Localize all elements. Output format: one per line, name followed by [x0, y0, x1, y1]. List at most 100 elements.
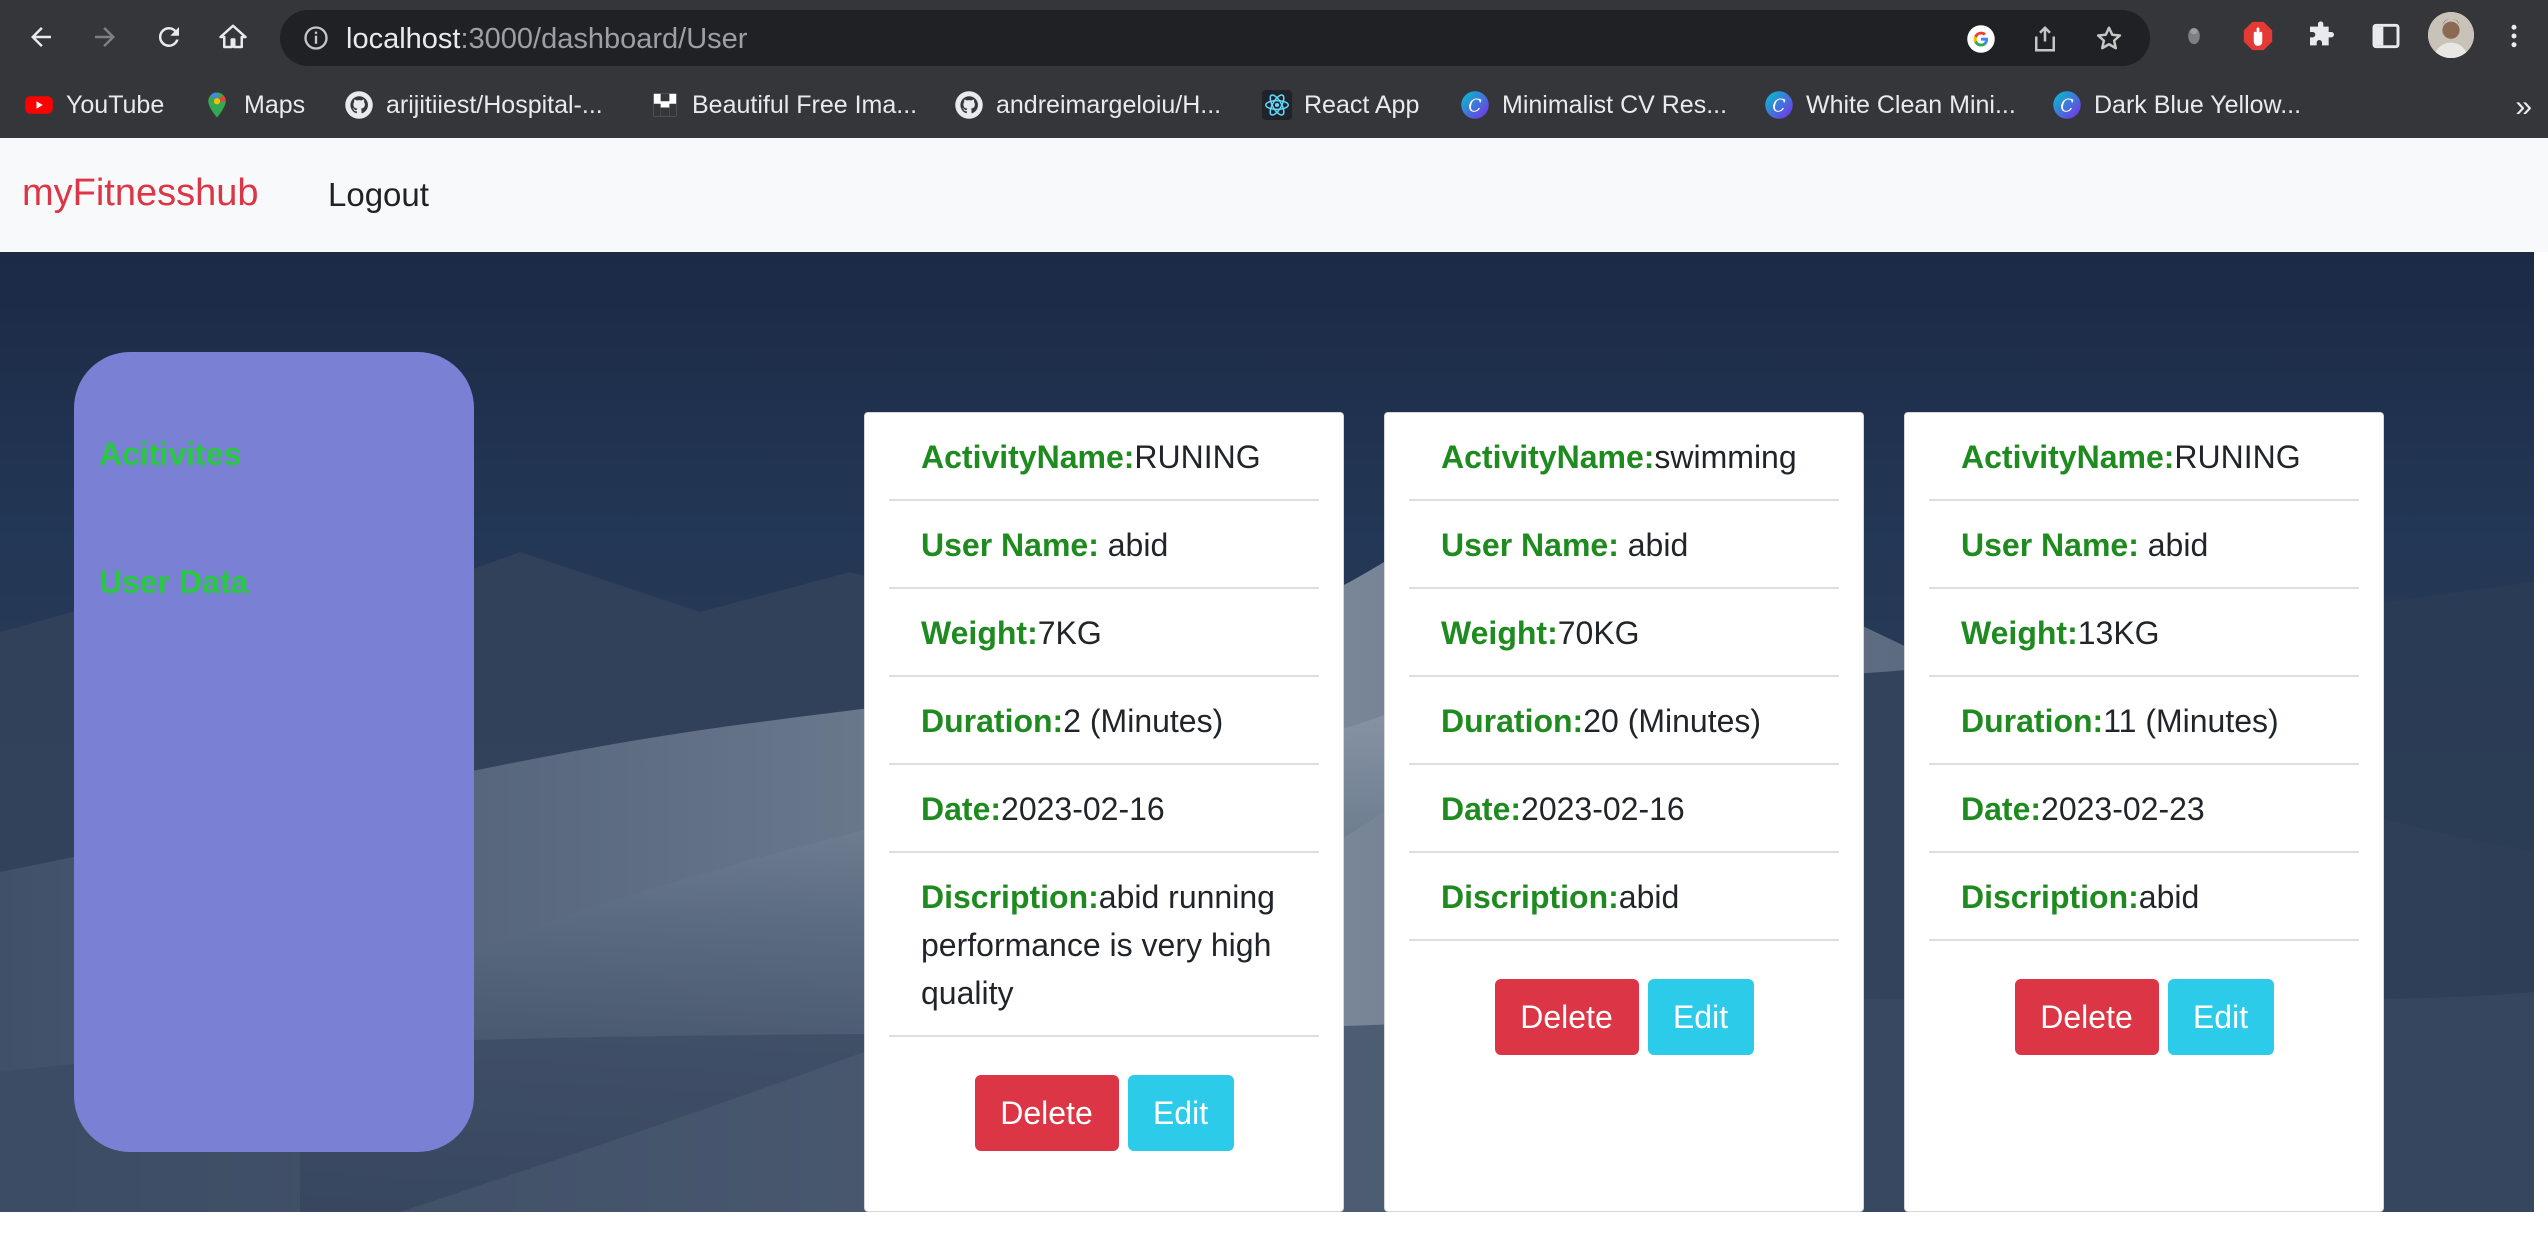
list-item: User Name: abid: [1409, 501, 1839, 589]
github-icon: [954, 90, 984, 120]
weight-value: 13KG: [2077, 615, 2160, 651]
bookmark-label: arijitiiest/Hospital-...: [386, 90, 603, 119]
bookmark-star-icon[interactable]: [2094, 24, 2124, 54]
description-value: abid: [2138, 879, 2200, 915]
canva-icon: C: [1460, 90, 1490, 120]
unsplash-icon: [650, 90, 680, 120]
description-label: Discription:: [1441, 879, 1619, 915]
description-label: Discription:: [921, 879, 1099, 915]
bookmark-github-hospital[interactable]: arijitiiest/Hospital-...: [344, 86, 603, 124]
profile-avatar[interactable]: [2428, 12, 2474, 58]
bookmark-canva-dark-blue[interactable]: C Dark Blue Yellow...: [2052, 86, 2301, 124]
user-name-value: abid: [1618, 527, 1689, 563]
side-panel-icon[interactable]: [2368, 18, 2404, 54]
date-label: Date:: [921, 791, 1002, 827]
list-item: Date:2023-02-23: [1929, 765, 2359, 853]
edit-button[interactable]: Edit: [1127, 1075, 1234, 1151]
extensions-puzzle-icon[interactable]: [2304, 18, 2340, 54]
svg-text:C: C: [1772, 96, 1786, 116]
list-item: Discription:abid: [1409, 853, 1839, 941]
extension-gray-icon[interactable]: [2176, 18, 2212, 54]
weight-label: Weight:: [921, 615, 1038, 651]
list-item: Weight:13KG: [1929, 589, 2359, 677]
bookmark-label: React App: [1304, 90, 1420, 119]
youtube-icon: [24, 90, 54, 120]
reload-button[interactable]: [148, 16, 190, 58]
react-icon: [1262, 90, 1292, 120]
list-item: User Name: abid: [889, 501, 1319, 589]
bookmark-maps[interactable]: Maps: [202, 86, 305, 124]
duration-label: Duration:: [921, 703, 1064, 739]
activity-details-list: ActivityName:RUNING User Name: abid Weig…: [889, 413, 1319, 1037]
list-item: Date:2023-02-16: [889, 765, 1319, 853]
google-icon[interactable]: [1966, 24, 1996, 54]
github-icon: [344, 90, 374, 120]
bookmark-label: andreimargeloiu/H...: [996, 90, 1222, 119]
list-item: Discription:abid: [1929, 853, 2359, 941]
reload-icon: [158, 26, 179, 47]
date-label: Date:: [1961, 791, 2042, 827]
bookmark-label: White Clean Mini...: [1806, 90, 2016, 119]
list-item: Duration:2 (Minutes): [889, 677, 1319, 765]
weight-value: 7KG: [1037, 615, 1102, 651]
user-name-value: abid: [1098, 527, 1169, 563]
weight-value: 70KG: [1557, 615, 1640, 651]
url-text[interactable]: localhost:3000/dashboard/User: [346, 23, 747, 56]
activity-name-value: RUNING: [2174, 439, 2301, 475]
browser-chrome: localhost:3000/dashboard/User YouTube Ma…: [0, 0, 2548, 138]
browser-toolbar: localhost:3000/dashboard/User: [0, 0, 2548, 74]
dashboard-background: Acitivites User Data ActivityName:RUNING…: [0, 252, 2534, 1212]
delete-button[interactable]: Delete: [974, 1075, 1119, 1151]
list-item: Weight:70KG: [1409, 589, 1839, 677]
list-item: Discription:abid running performance is …: [889, 853, 1319, 1037]
browser-menu-button[interactable]: [2496, 18, 2532, 54]
bookmark-canva-minimalist[interactable]: C Minimalist CV Res...: [1460, 86, 1727, 124]
bookmark-canva-white-clean[interactable]: C White Clean Mini...: [1764, 86, 2016, 124]
bookmark-label: Minimalist CV Res...: [1502, 90, 1728, 119]
description-value: abid: [1618, 879, 1680, 915]
brand-logo[interactable]: myFitnesshub: [22, 172, 259, 215]
adblock-icon[interactable]: [2240, 18, 2276, 54]
card-actions: Delete Edit: [1385, 979, 1863, 1055]
description-label: Discription:: [1961, 879, 2139, 915]
app-navbar: myFitnesshub Logout: [0, 138, 2548, 252]
activity-details-list: ActivityName:swimming User Name: abid We…: [1409, 413, 1839, 941]
sidebar-item-activities[interactable]: Acitivites: [99, 436, 241, 473]
sidebar: Acitivites User Data: [74, 352, 474, 1152]
svg-text:C: C: [1468, 96, 1482, 116]
list-item: ActivityName:RUNING: [889, 413, 1319, 501]
bookmark-label: Dark Blue Yellow...: [2094, 90, 2302, 119]
activity-name-label: ActivityName:: [1441, 439, 1655, 475]
maps-icon: [202, 90, 232, 120]
sidebar-item-user-data[interactable]: User Data: [99, 564, 248, 601]
list-item: Weight:7KG: [889, 589, 1319, 677]
address-bar[interactable]: localhost:3000/dashboard/User: [280, 10, 2150, 66]
bookmark-react-app[interactable]: React App: [1262, 86, 1419, 124]
home-button[interactable]: [212, 16, 254, 58]
edit-button[interactable]: Edit: [1647, 979, 1754, 1055]
share-icon[interactable]: [2030, 24, 2060, 54]
bookmark-youtube[interactable]: YouTube: [24, 86, 164, 124]
forward-button[interactable]: [84, 16, 126, 58]
weight-label: Weight:: [1441, 615, 1558, 651]
bookmarks-overflow-button[interactable]: »: [2515, 90, 2532, 124]
bookmark-unsplash[interactable]: Beautiful Free Ima...: [650, 86, 917, 124]
canva-icon: C: [1764, 90, 1794, 120]
duration-value: 11 (Minutes): [2103, 703, 2279, 739]
info-icon[interactable]: [302, 24, 330, 52]
bookmark-github-andrei[interactable]: andreimargeloiu/H...: [954, 86, 1221, 124]
bookmark-label: YouTube: [66, 90, 165, 119]
home-icon: [219, 24, 247, 49]
activity-card: ActivityName:RUNING User Name: abid Weig…: [864, 412, 1344, 1212]
svg-text:C: C: [2060, 96, 2074, 116]
logout-link[interactable]: Logout: [328, 176, 429, 214]
list-item: ActivityName:swimming: [1409, 413, 1839, 501]
duration-value: 20 (Minutes): [1583, 703, 1762, 739]
bookmark-label: Beautiful Free Ima...: [692, 90, 918, 119]
list-item: Date:2023-02-16: [1409, 765, 1839, 853]
user-name-label: User Name:: [1961, 527, 2139, 563]
back-button[interactable]: [20, 16, 62, 58]
delete-button[interactable]: Delete: [2014, 979, 2159, 1055]
edit-button[interactable]: Edit: [2167, 979, 2274, 1055]
delete-button[interactable]: Delete: [1494, 979, 1639, 1055]
